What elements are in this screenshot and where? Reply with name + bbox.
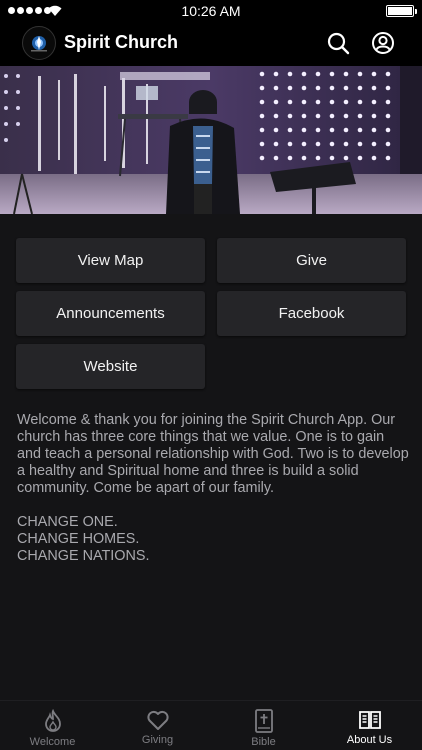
profile-icon xyxy=(372,32,394,54)
tab-bar: Welcome Giving Bible About Us xyxy=(0,700,422,750)
motto-line: CHANGE ONE. xyxy=(17,514,118,530)
view-map-button[interactable]: View Map xyxy=(16,238,205,283)
about-text: Welcome & thank you for joining the Spir… xyxy=(17,412,409,565)
website-button[interactable]: Website xyxy=(16,344,205,389)
tab-label: Giving xyxy=(141,734,174,746)
bible-icon xyxy=(254,709,273,733)
tab-label: Bible xyxy=(251,736,276,748)
tab-label: About Us xyxy=(346,734,393,746)
app-header: Spirit Church xyxy=(0,22,422,66)
tab-about-us[interactable]: About Us xyxy=(317,701,422,750)
motto-line: CHANGE NATIONS. xyxy=(17,548,150,564)
battery-icon xyxy=(386,5,417,17)
book-open-icon xyxy=(358,711,381,729)
search-button[interactable] xyxy=(326,31,350,55)
about-paragraph: Welcome & thank you for joining the Spir… xyxy=(17,412,409,496)
logo-emblem-icon xyxy=(31,36,47,52)
tab-giving[interactable]: Giving xyxy=(105,701,210,750)
hero-image xyxy=(0,66,422,214)
stage-photo xyxy=(0,66,422,214)
announcements-button[interactable]: Announcements xyxy=(16,291,205,336)
church-logo xyxy=(22,26,56,60)
status-bar: 10:26 AM xyxy=(0,0,422,22)
facebook-button[interactable]: Facebook xyxy=(217,291,406,336)
profile-button[interactable] xyxy=(371,31,395,55)
search-icon xyxy=(327,32,350,55)
tab-bible[interactable]: Bible xyxy=(211,701,316,750)
app-title: Spirit Church xyxy=(64,32,179,52)
heart-icon xyxy=(146,710,169,730)
status-time: 10:26 AM xyxy=(181,3,241,19)
about-motto: CHANGE ONE. CHANGE HOMES. CHANGE NATIONS… xyxy=(17,514,409,565)
motto-line: CHANGE HOMES. xyxy=(17,531,140,547)
tab-label: Welcome xyxy=(29,736,76,748)
flame-icon xyxy=(44,709,61,732)
tab-welcome[interactable]: Welcome xyxy=(0,701,105,750)
give-button[interactable]: Give xyxy=(217,238,406,283)
